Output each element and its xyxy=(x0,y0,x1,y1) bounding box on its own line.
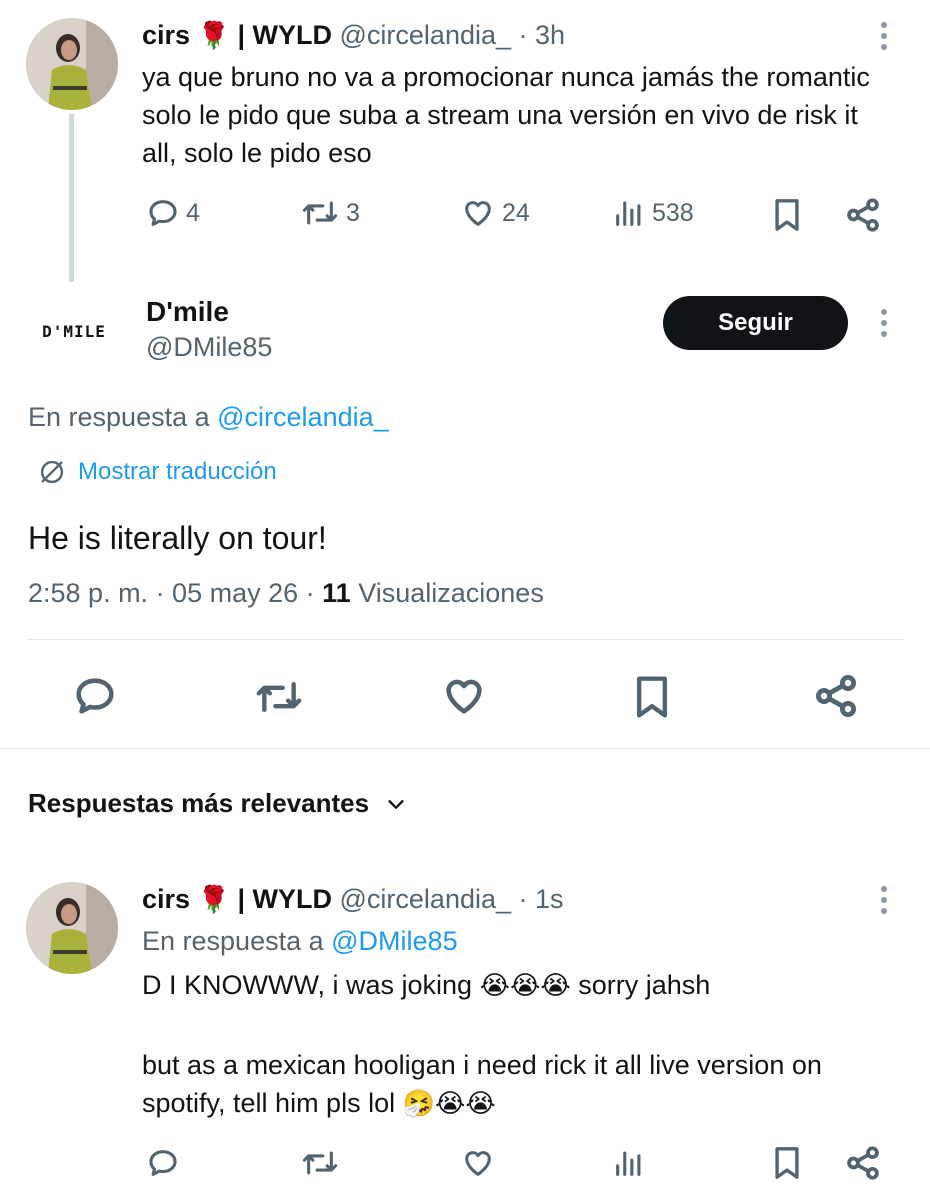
tweet1-more-icon[interactable] xyxy=(880,22,888,50)
tweet1-views-button[interactable]: 538 xyxy=(612,196,694,230)
share-icon xyxy=(847,198,879,232)
bookmark-icon xyxy=(636,676,668,718)
reply1-handle[interactable]: @circelandia_ xyxy=(340,884,512,914)
main-reply-to-link[interactable]: @circelandia_ xyxy=(217,402,389,432)
dmile-logo[interactable]: D'MILE xyxy=(28,300,120,362)
reply1-retweet-button[interactable] xyxy=(300,1146,340,1185)
main-handle[interactable]: @DMile85 xyxy=(146,332,272,363)
reply1-share-button[interactable] xyxy=(844,1144,882,1187)
tweet1-header: cirs 🌹 | WYLD @circelandia_ · 3h xyxy=(142,20,565,51)
reply1-avatar[interactable] xyxy=(26,882,118,974)
tweet1-retweet-count: 3 xyxy=(346,198,360,227)
main-views-label: Visualizaciones xyxy=(358,578,544,608)
replies-sort-label: Respuestas más relevantes xyxy=(28,788,370,818)
heart-icon xyxy=(465,1151,491,1176)
reply1-line2: but as a mexican hooligan i need rick it… xyxy=(142,1046,882,1123)
section-divider xyxy=(0,748,930,749)
share-icon xyxy=(847,1146,879,1180)
follow-button-label: Seguir xyxy=(718,309,793,336)
main-share-button[interactable] xyxy=(812,672,860,725)
reply1-reply-to-link[interactable]: @DMile85 xyxy=(331,926,457,956)
reply1-like-button[interactable] xyxy=(460,1146,496,1185)
rose-emoji-icon: 🌹 xyxy=(197,21,230,51)
tweet1-reply-count: 4 xyxy=(186,198,200,227)
main-bookmark-button[interactable] xyxy=(630,672,674,727)
tweet1-like-button[interactable]: 24 xyxy=(460,196,530,230)
follow-button[interactable]: Seguir xyxy=(663,296,848,350)
dmile-logo-text: D'MILE xyxy=(42,321,106,341)
tweet1-share-button[interactable] xyxy=(844,196,882,239)
heart-icon xyxy=(465,201,491,226)
rose-emoji-icon: 🌹 xyxy=(197,885,230,915)
reply1-reply-prefix: En respuesta a xyxy=(142,926,324,956)
retweet-icon xyxy=(256,681,302,713)
tweet1-retweet-button[interactable]: 3 xyxy=(300,196,360,230)
reply1-name-suffix: | WYLD xyxy=(237,884,332,914)
crying-emoji-icon: 😭😭😭 xyxy=(479,971,571,1001)
main-display-name[interactable]: D'mile xyxy=(146,296,229,328)
reply1-header: cirs 🌹 | WYLD @circelandia_ · 1s xyxy=(142,884,564,915)
main-like-button[interactable] xyxy=(440,673,488,724)
tweet1-like-count: 24 xyxy=(502,198,530,227)
main-timestamp[interactable]: 2:58 p. m. · 05 may 26 · xyxy=(28,578,315,608)
main-more-icon[interactable] xyxy=(880,309,888,337)
reply1-line1-end: sorry jahsh xyxy=(578,970,711,1000)
bookmark-icon xyxy=(775,199,799,231)
main-retweet-button[interactable] xyxy=(252,675,306,724)
avatar-circelandia[interactable] xyxy=(26,18,118,110)
retweet-icon xyxy=(302,1151,338,1175)
avatar-image xyxy=(26,882,118,974)
reply1-views-button[interactable] xyxy=(612,1146,646,1185)
share-icon xyxy=(816,675,856,717)
tweet1-bookmark-button[interactable] xyxy=(770,196,804,239)
reply1-line1: D I KNOWWW, i was joking 😭😭😭 sorry jahsh xyxy=(142,970,710,1001)
sneezing-crying-emoji-icon: 🤧😭😭 xyxy=(402,1089,496,1119)
reply-icon xyxy=(76,678,114,714)
reply1-reply-context: En respuesta a @DMile85 xyxy=(142,926,458,957)
main-reply-button[interactable] xyxy=(72,673,118,724)
tweet1-view-count: 538 xyxy=(652,198,694,227)
heart-icon xyxy=(446,679,482,714)
reply-icon xyxy=(149,200,177,226)
tweet1-reply-button[interactable]: 4 xyxy=(146,196,200,230)
views-chart-icon xyxy=(616,1151,641,1176)
replies-sort-dropdown[interactable]: Respuestas más relevantes xyxy=(28,788,407,819)
bookmark-icon xyxy=(775,1147,799,1179)
reply1-display-name[interactable]: cirs xyxy=(142,884,190,914)
reply1-more-icon[interactable] xyxy=(880,886,888,914)
chevron-down-icon xyxy=(388,799,404,809)
main-tweet-text: He is literally on tour! xyxy=(28,520,327,556)
reply-icon xyxy=(149,1150,177,1176)
views-chart-icon xyxy=(616,201,641,226)
thread-line xyxy=(69,114,74,282)
main-views-count: 11 xyxy=(322,578,351,608)
reply1-reply-button[interactable] xyxy=(146,1146,180,1185)
main-reply-context: En respuesta a @circelandia_ xyxy=(28,402,389,433)
translate-globe-icon xyxy=(40,460,64,484)
reply1-line1-text: D I KNOWWW, i was joking xyxy=(142,970,473,1000)
main-meta: 2:58 p. m. · 05 may 26 · 11 Visualizacio… xyxy=(28,578,544,609)
avatar-image xyxy=(26,18,118,110)
tweet1-name-suffix: | WYLD xyxy=(237,20,332,50)
tweet1-display-name[interactable]: cirs xyxy=(142,20,190,50)
main-reply-prefix: En respuesta a xyxy=(28,402,210,432)
translate-button[interactable]: Mostrar traducción xyxy=(38,458,277,486)
reply1-time[interactable]: · 1s xyxy=(519,884,564,914)
reply1-bookmark-button[interactable] xyxy=(770,1144,804,1187)
tweet1-time[interactable]: · 3h xyxy=(519,20,566,50)
translate-label: Mostrar traducción xyxy=(78,458,277,485)
divider xyxy=(28,639,904,640)
retweet-icon xyxy=(302,201,338,225)
tweet1-handle[interactable]: @circelandia_ xyxy=(340,20,512,50)
tweet1-text: ya que bruno no va a promocionar nunca j… xyxy=(142,62,870,168)
